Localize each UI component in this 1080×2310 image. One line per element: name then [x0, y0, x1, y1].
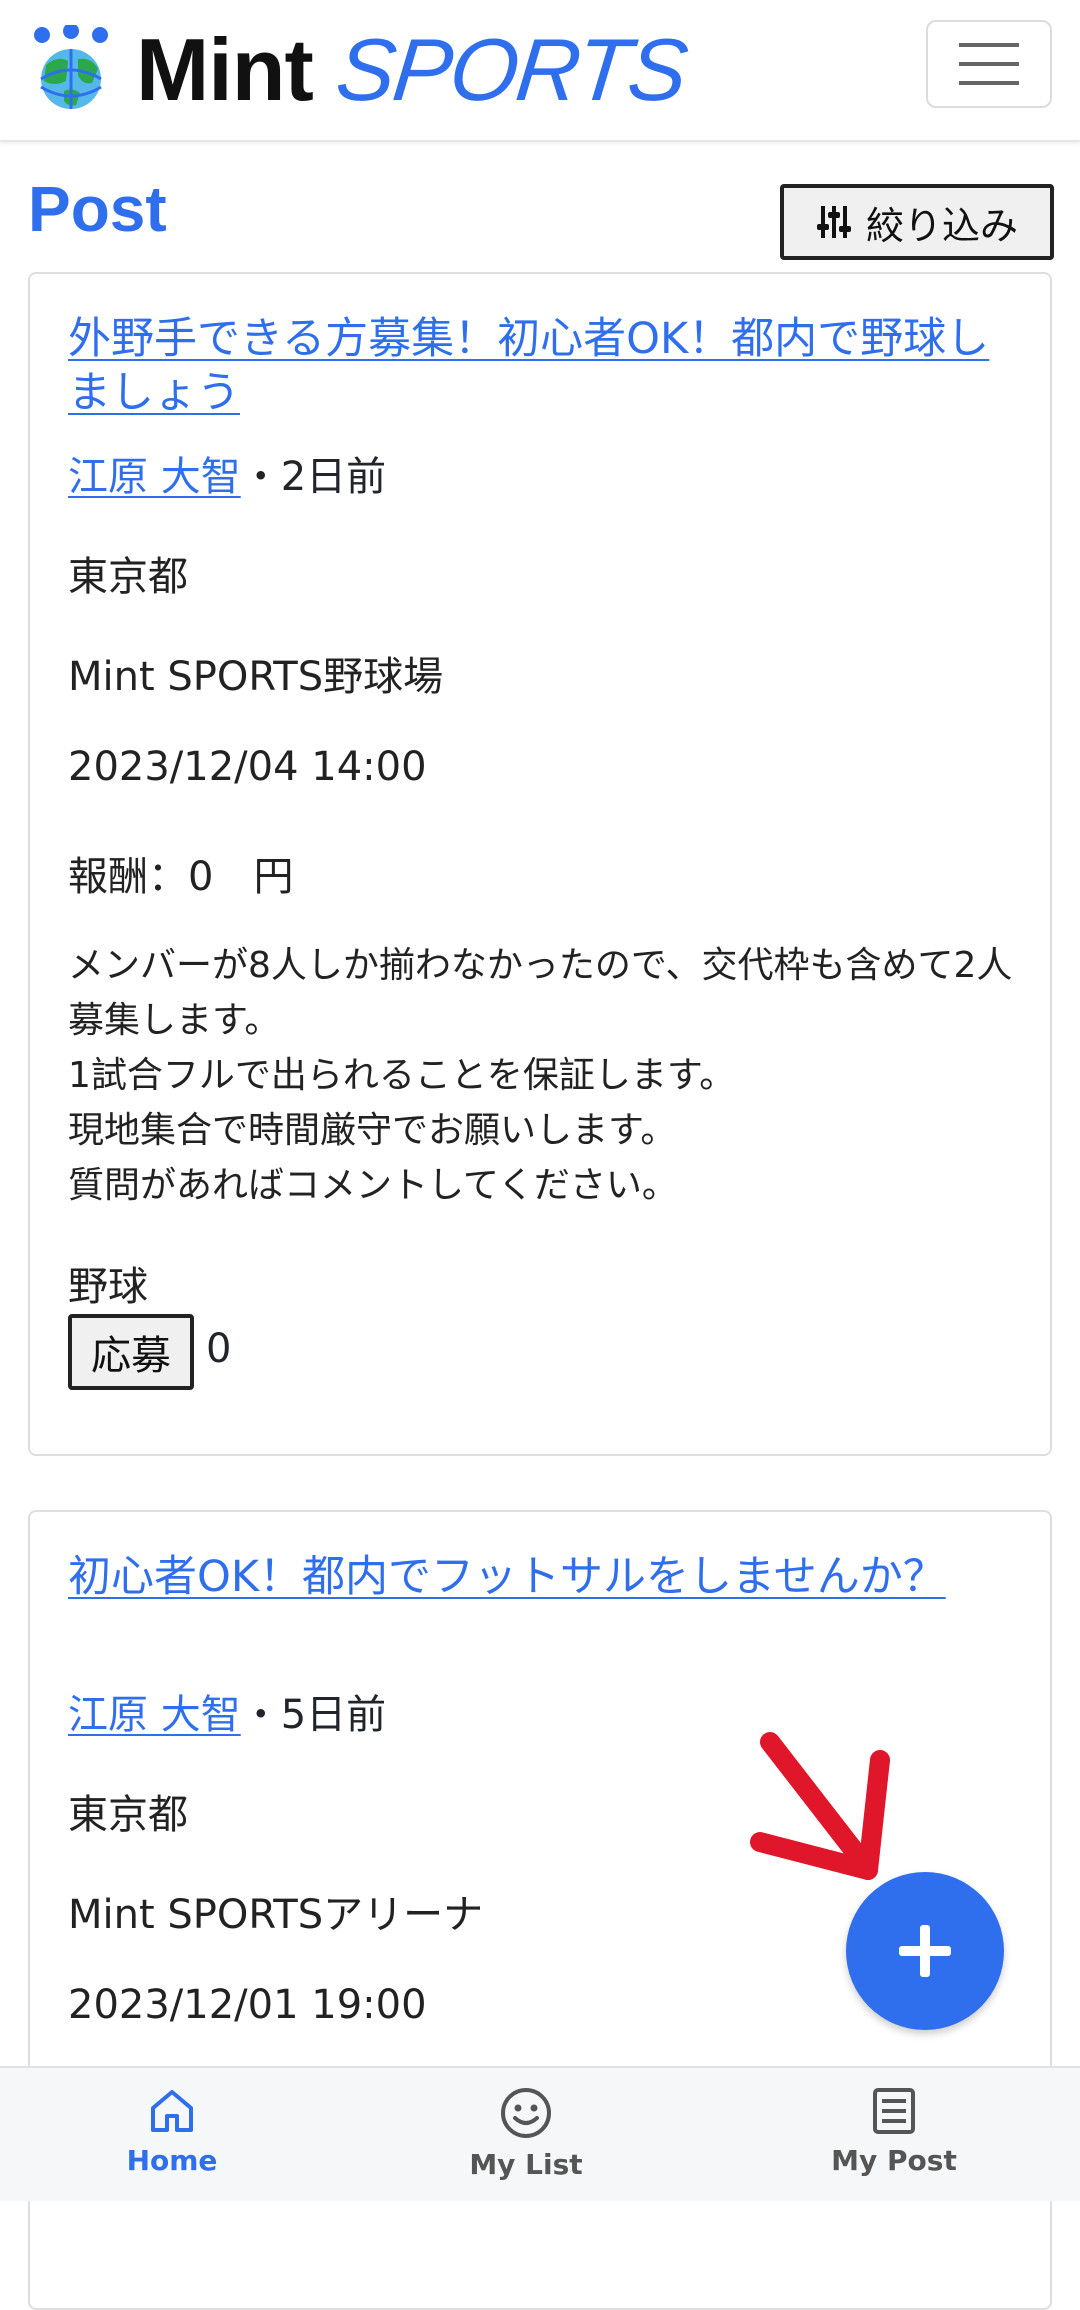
plus-icon: [899, 1925, 951, 1977]
apply-button[interactable]: 応募: [68, 1314, 194, 1390]
post-prefecture: 東京都: [68, 554, 188, 600]
post-datetime: 2023/12/04 14:00: [68, 744, 427, 790]
description-line: 現地集合で時間厳守でお願いします。: [68, 1110, 677, 1151]
filter-label: 絞り込み: [865, 203, 1018, 248]
brand-logo[interactable]: Mint SPORTS: [28, 20, 690, 120]
annotation-arrow-icon: [750, 1732, 890, 1880]
post-time-ago: ・2日前: [240, 454, 387, 500]
post-sport: 野球: [68, 1264, 148, 1310]
author-link[interactable]: 江原 大智: [68, 1692, 241, 1738]
smiley-icon: [501, 2088, 551, 2138]
post-description: メンバーが8人しか揃わなかったので、交代枠も含めて2人募集します。 1試合フルで…: [68, 938, 1028, 1213]
description-line: 質問があればコメントしてください。: [68, 1165, 678, 1206]
description-line: 1試合フルで出られることを保証します。: [68, 1055, 736, 1096]
bottom-nav: Home My List My Post: [0, 2066, 1080, 2201]
description-line: メンバーが8人しか揃わなかったので、交代枠も含めて2人募集します。: [68, 945, 1013, 1041]
post-meta: 江原 大智・2日前: [68, 444, 386, 502]
post-venue: Mint SPORTSアリーナ: [68, 1892, 484, 1938]
post-prefecture: 東京都: [68, 1792, 188, 1838]
nav-my-list-label: My List: [469, 2148, 583, 2181]
post-reward: 報酬：0 円: [68, 854, 294, 900]
create-post-button[interactable]: [846, 1872, 1004, 2030]
brand-sports-text: SPORTS: [331, 20, 691, 119]
home-icon: [151, 2090, 193, 2132]
mint-logo-icon: [34, 25, 108, 109]
app-header: Mint SPORTS: [0, 0, 1080, 142]
post-title: 初心者OK！都内でフットサルをしませんか？: [68, 1550, 1008, 1604]
nav-home[interactable]: Home: [0, 2068, 344, 2201]
nav-my-post-label: My Post: [831, 2144, 957, 2177]
hamburger-menu-button[interactable]: [926, 20, 1052, 108]
sliders-icon: [816, 206, 851, 238]
post-title-link[interactable]: 外野手できる方募集！初心者OK！都内で野球しましょう: [68, 314, 989, 418]
filter-button[interactable]: 絞り込み: [780, 184, 1054, 260]
nav-my-list[interactable]: My List: [344, 2068, 708, 2201]
post-title-link[interactable]: 初心者OK！都内でフットサルをしませんか？: [68, 1552, 946, 1602]
page-title: Post: [28, 173, 167, 245]
post-title: 外野手できる方募集！初心者OK！都内で野球しましょう: [68, 312, 1008, 420]
document-icon: [873, 2088, 915, 2134]
apply-count: 0: [206, 1326, 232, 1372]
post-time-ago: ・5日前: [240, 1692, 387, 1738]
nav-my-post[interactable]: My Post: [708, 2068, 1080, 2201]
post-venue: Mint SPORTS野球場: [68, 654, 444, 700]
post-card: 外野手できる方募集！初心者OK！都内で野球しましょう 江原 大智・2日前 東京都…: [28, 272, 1052, 1456]
brand-mint-text: Mint: [136, 20, 314, 119]
post-meta: 江原 大智・5日前: [68, 1682, 386, 1740]
nav-home-label: Home: [126, 2144, 218, 2177]
author-link[interactable]: 江原 大智: [68, 454, 241, 500]
hamburger-icon: [959, 43, 1019, 85]
post-datetime: 2023/12/01 19:00: [68, 1982, 427, 2028]
